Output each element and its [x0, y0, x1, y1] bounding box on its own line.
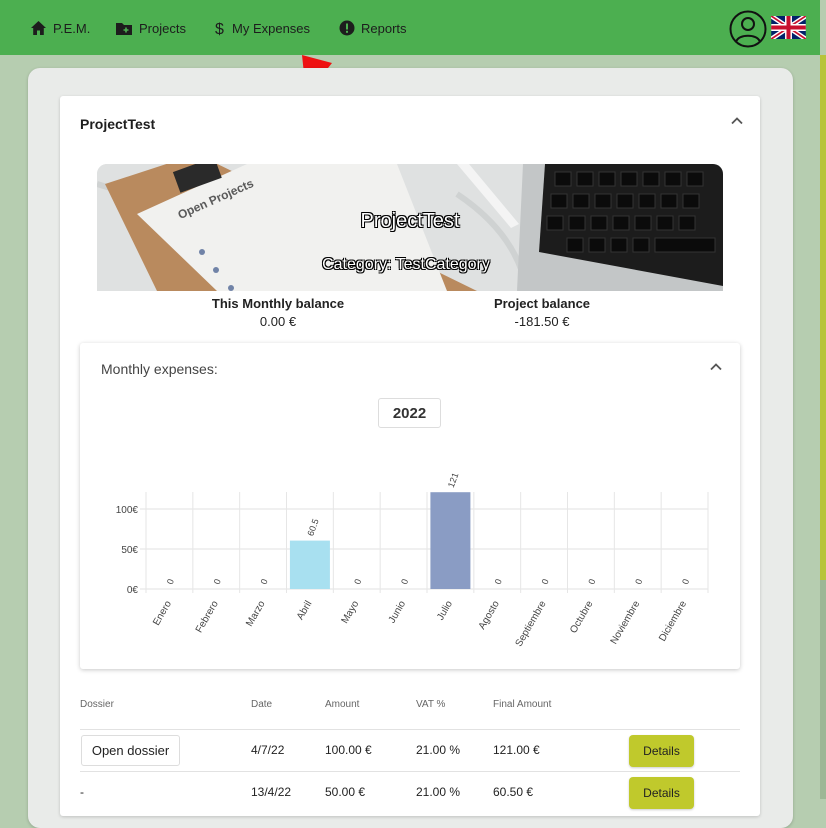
details-button[interactable]: Details: [629, 777, 694, 809]
y-tick-label: 0€: [127, 585, 139, 596]
y-tick-label: 100€: [116, 505, 139, 516]
bar-data-label: 0: [540, 578, 551, 586]
column-header-date: Date: [251, 699, 273, 710]
account-icon[interactable]: [729, 10, 767, 48]
bar-data-label: 60.5: [305, 517, 320, 537]
project-banner-image: Open Projects ProjectTest Category: Test…: [97, 164, 723, 291]
x-tick-label: Diciembre: [657, 599, 689, 644]
bar-data-label: 0: [259, 578, 270, 586]
bar-data-label: 0: [586, 578, 597, 586]
chevron-up-icon[interactable]: [709, 362, 723, 371]
folder-plus-icon: [116, 22, 132, 35]
x-tick-label: Mayo: [340, 599, 362, 626]
chart-bar: [289, 540, 330, 589]
nav-home[interactable]: P.E.M.: [30, 18, 90, 38]
bar-data-label: 0: [399, 578, 410, 586]
monthly-balance-label: This Monthly balance: [211, 296, 345, 311]
bar-data-label: 0: [493, 578, 504, 586]
project-balance-label: Project balance: [493, 296, 591, 311]
row-amount: 100.00 €: [325, 743, 372, 757]
column-header-final-amount: Final Amount: [493, 699, 552, 710]
x-tick-label: Marzo: [244, 599, 268, 629]
details-button[interactable]: Details: [629, 735, 694, 767]
chart-bar: [430, 492, 471, 589]
table-divider: [80, 729, 740, 730]
row-vat: 21.00 %: [416, 785, 461, 799]
table-divider: [80, 771, 740, 772]
row-date: 4/7/22: [251, 743, 285, 757]
x-tick-label: Noviembre: [609, 599, 643, 647]
right-edge-strip: [820, 55, 826, 580]
chevron-up-icon[interactable]: [730, 116, 744, 125]
banner-title: ProjectTest: [360, 210, 460, 232]
row-final-amount: 60.50 €: [493, 785, 534, 799]
row-dossier: -: [80, 785, 84, 799]
nav-my-expenses-label: My Expenses: [232, 20, 311, 36]
monthly-balance-value: 0.00 €: [259, 314, 297, 329]
x-tick-label: Agosto: [477, 599, 502, 632]
x-tick-label: Enero: [151, 599, 174, 628]
dollar-icon: $: [215, 21, 224, 37]
row-final-amount: 121.00 €: [493, 743, 540, 757]
x-tick-label: Febrero: [194, 599, 221, 635]
banner-category: Category: TestCategory: [322, 256, 490, 273]
nav-reports-label: Reports: [361, 20, 407, 36]
nav-reports[interactable]: Reports: [339, 18, 407, 38]
project-balance-value: -181.50 €: [514, 314, 570, 329]
year-selector[interactable]: 2022: [378, 398, 441, 428]
bar-data-label: 0: [212, 578, 223, 586]
home-icon: [31, 21, 46, 35]
column-header-vat: VAT %: [416, 699, 446, 710]
x-tick-label: Julio: [435, 599, 455, 623]
bar-data-label: 0: [165, 578, 176, 586]
right-edge-strip-lower: [820, 580, 826, 799]
row-vat: 21.00 %: [416, 743, 461, 757]
nav-projects-label: Projects: [139, 20, 186, 36]
x-tick-label: Octubre: [568, 599, 596, 636]
x-tick-label: Septiembre: [514, 599, 549, 649]
bar-data-label: 0: [680, 578, 691, 586]
nav-brand-label: P.E.M.: [53, 20, 91, 36]
nav-my-expenses[interactable]: $ My Expenses: [214, 18, 310, 38]
y-tick-label: 50€: [121, 545, 138, 556]
monthly-expenses-label: Monthly expenses:: [101, 361, 218, 377]
row-amount: 50.00 €: [325, 785, 366, 799]
column-header-amount: Amount: [325, 699, 360, 710]
svg-text:$: $: [215, 21, 224, 37]
nav-projects[interactable]: Projects: [115, 18, 186, 38]
alert-icon: [339, 20, 355, 36]
open-dossier-button[interactable]: Open dossier: [81, 735, 180, 766]
bar-data-label: 121: [446, 471, 461, 489]
project-title: ProjectTest: [80, 116, 156, 132]
bar-data-label: 0: [633, 578, 644, 586]
x-tick-label: Junio: [387, 599, 409, 626]
uk-flag-icon[interactable]: [771, 16, 806, 39]
navbar: P.E.M. Projects $ My Expenses Reports: [0, 0, 820, 55]
x-tick-label: Abril: [295, 599, 315, 622]
monthly-expenses-chart: 0€ 50€ 100€ 0 Enero 0 Febrero 0 Marzo 60.5 Abril 0 M…: [116, 471, 709, 649]
row-date: 13/4/22: [251, 785, 292, 799]
bar-data-label: 0: [352, 578, 363, 586]
column-header-dossier: Dossier: [80, 699, 114, 710]
